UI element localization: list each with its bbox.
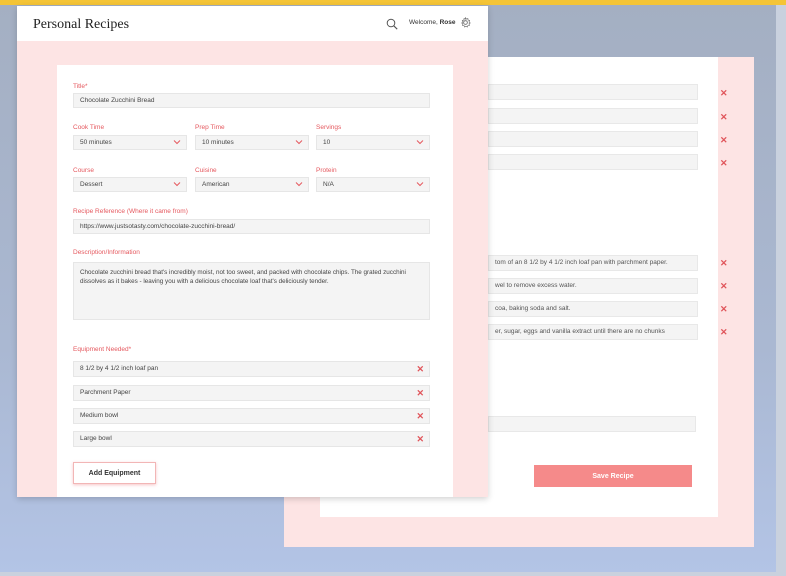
equipment-item[interactable]: 8 1/2 by 4 1/2 inch loaf pan ✕ [73, 361, 430, 377]
remove-icon[interactable]: ✕ [720, 328, 728, 337]
remove-icon[interactable]: ✕ [416, 435, 424, 444]
welcome-text: Welcome, Rose [409, 19, 456, 26]
equipment-item[interactable]: Parchment Paper ✕ [73, 385, 430, 401]
course-value: Dessert [80, 181, 103, 188]
top-accent-strip [0, 0, 786, 5]
equipment-item-label: Medium bowl [80, 412, 119, 419]
chevron-down-icon [173, 140, 181, 145]
prep-time-select[interactable]: 10 minutes [195, 135, 309, 150]
cook-time-label: Cook Time [73, 124, 105, 131]
equipment-item-label: Parchment Paper [80, 389, 131, 396]
gear-icon[interactable] [460, 17, 471, 28]
remove-icon[interactable]: ✕ [720, 89, 728, 98]
reference-input[interactable]: https://www.justsotasty.com/chocolate-zu… [73, 219, 430, 234]
equipment-item-label: Large bowl [80, 435, 112, 442]
reference-label: Recipe Reference (Where it came from) [73, 208, 188, 215]
prep-time-value: 10 minutes [202, 139, 234, 146]
servings-select[interactable]: 10 [316, 135, 430, 150]
chevron-down-icon [295, 140, 303, 145]
servings-value: 10 [323, 139, 331, 146]
add-equipment-button[interactable]: Add Equipment [73, 462, 156, 484]
recipe-editor-window: Personal Recipes Welcome, Rose Title* Ch… [17, 6, 488, 497]
remove-icon[interactable]: ✕ [416, 389, 424, 398]
description-label: Description/Information [73, 249, 140, 256]
title-input[interactable]: Chocolate Zucchini Bread [73, 93, 430, 108]
ingredient-row[interactable] [488, 154, 698, 170]
remove-icon[interactable]: ✕ [720, 305, 728, 314]
instruction-row[interactable]: er, sugar, eggs and vanilla extract unti… [488, 324, 698, 340]
welcome-prefix: Welcome, [409, 19, 438, 26]
equipment-item-label: 8 1/2 by 4 1/2 inch loaf pan [80, 365, 159, 372]
remove-icon[interactable]: ✕ [720, 259, 728, 268]
equipment-item[interactable]: Medium bowl ✕ [73, 408, 430, 424]
instruction-row[interactable]: coa, baking soda and salt. [488, 301, 698, 317]
cook-time-value: 50 minutes [80, 139, 112, 146]
instruction-row[interactable]: wel to remove excess water. [488, 278, 698, 294]
notes-input[interactable] [488, 416, 696, 432]
cook-time-select[interactable]: 50 minutes [73, 135, 187, 150]
right-frame [776, 5, 786, 572]
app-title: Personal Recipes [33, 17, 130, 32]
bottom-frame [0, 572, 786, 576]
remove-icon[interactable]: ✕ [720, 282, 728, 291]
description-textarea[interactable]: Chocolate zucchini bread that's incredib… [73, 262, 430, 320]
search-icon[interactable] [386, 18, 398, 30]
chevron-down-icon [295, 182, 303, 187]
protein-label: Protein [316, 167, 337, 174]
app-header: Personal Recipes Welcome, Rose [17, 6, 488, 41]
remove-icon[interactable]: ✕ [720, 136, 728, 145]
servings-label: Servings [316, 124, 342, 131]
equipment-label: Equipment Needed* [73, 346, 132, 353]
prep-time-label: Prep Time [195, 124, 225, 131]
recipe-form-card: Title* Chocolate Zucchini Bread Cook Tim… [57, 65, 453, 497]
cuisine-label: Cuisine [195, 167, 217, 174]
chevron-down-icon [416, 182, 424, 187]
course-label: Course [73, 167, 94, 174]
remove-icon[interactable]: ✕ [720, 113, 728, 122]
instruction-row[interactable]: tom of an 8 1/2 by 4 1/2 inch loaf pan w… [488, 255, 698, 271]
ingredient-row[interactable] [488, 84, 698, 100]
cuisine-select[interactable]: American [195, 177, 309, 192]
ingredient-row[interactable] [488, 108, 698, 124]
course-select[interactable]: Dessert [73, 177, 187, 192]
user-name: Rose [439, 19, 456, 26]
remove-icon[interactable]: ✕ [416, 365, 424, 374]
remove-icon[interactable]: ✕ [720, 159, 728, 168]
remove-icon[interactable]: ✕ [416, 412, 424, 421]
ingredient-row[interactable] [488, 131, 698, 147]
protein-value: N/A [323, 181, 334, 188]
title-label: Title* [73, 83, 88, 90]
cuisine-value: American [202, 181, 230, 188]
equipment-item[interactable]: Large bowl ✕ [73, 431, 430, 447]
save-recipe-button[interactable]: Save Recipe [534, 465, 692, 487]
protein-select[interactable]: N/A [316, 177, 430, 192]
chevron-down-icon [173, 182, 181, 187]
chevron-down-icon [416, 140, 424, 145]
